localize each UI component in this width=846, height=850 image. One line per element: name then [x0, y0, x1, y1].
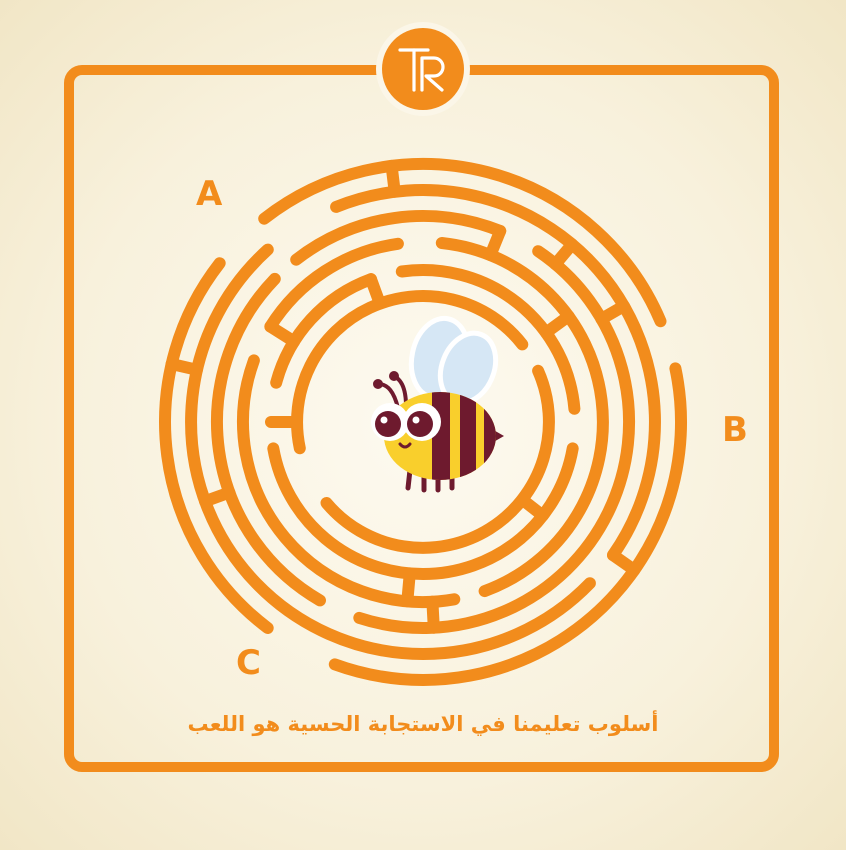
maze-wall	[595, 300, 630, 325]
caption-text: أسلوب تعليمنا في الاستجابة الحسية هو الل…	[187, 712, 659, 736]
exit-b-label[interactable]: B	[722, 413, 748, 447]
maze-wall	[540, 310, 575, 339]
exit-c-label[interactable]: C	[236, 646, 261, 680]
maze-wall	[607, 549, 641, 576]
maze-wall	[165, 358, 203, 376]
maze-wall	[401, 567, 416, 608]
maze-wall	[385, 159, 401, 198]
maze-wall	[264, 320, 301, 348]
maze-wall	[365, 273, 386, 310]
maze-wall	[516, 493, 549, 522]
bee-icon	[371, 315, 504, 493]
maze-wall	[484, 225, 507, 262]
maze-wall	[199, 486, 236, 508]
maze-wall	[549, 238, 579, 271]
maze-wall	[426, 595, 440, 634]
exit-a-label[interactable]: A	[196, 177, 222, 211]
